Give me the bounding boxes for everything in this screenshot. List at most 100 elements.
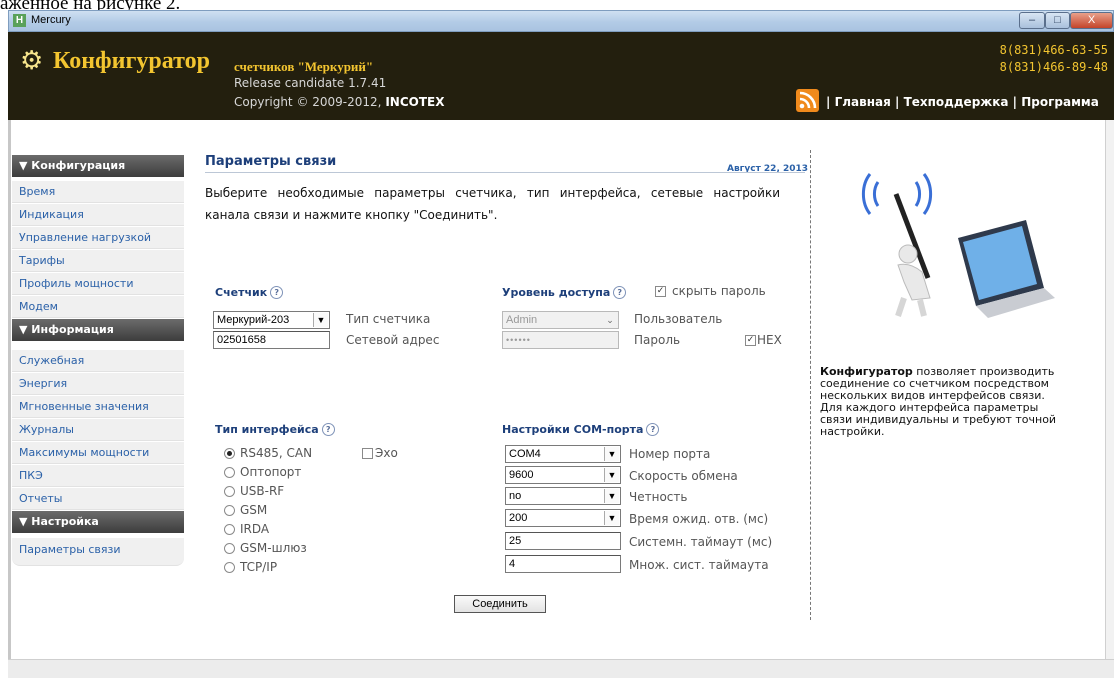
radio-gsm[interactable] xyxy=(224,505,235,516)
com-port-label: Номер порта xyxy=(629,447,711,461)
parity-label: Четность xyxy=(629,490,688,504)
top-nav: | Главная | Техподдержка | Программа xyxy=(826,95,1099,109)
network-address-label: Сетевой адрес xyxy=(346,333,440,347)
copyright-company: INCOTEX xyxy=(385,95,445,109)
radio-label: Оптопорт xyxy=(240,465,302,479)
sidebar-item-pke[interactable]: ПКЭ xyxy=(12,465,184,487)
radio-label: TCP/IP xyxy=(240,560,278,574)
copyright: Copyright © 2009-2012, INCOTEX xyxy=(234,95,444,109)
response-wait-label: Время ожид. отв. (мс) xyxy=(629,512,769,526)
radio-label: IRDA xyxy=(240,522,270,536)
window-left-border xyxy=(8,120,11,677)
access-user-select[interactable]: Admin ⌄ xyxy=(502,311,619,329)
password-input[interactable]: •••••• xyxy=(502,331,619,349)
phone-number: 8(831)466-89-48 xyxy=(999,60,1108,74)
connect-button[interactable]: Соединить xyxy=(454,595,546,613)
password-label: Пароль xyxy=(634,333,681,347)
maximize-button[interactable]: □ xyxy=(1045,12,1070,29)
radio-label: GSM xyxy=(240,503,268,517)
echo-label: Эхо xyxy=(375,446,398,460)
radio-label: RS485, CAN xyxy=(240,446,313,460)
nav-link-program[interactable]: Программа xyxy=(1021,95,1099,109)
app-subtitle: счетчиков "Меркурий" xyxy=(234,59,374,74)
interface-section-title: Тип интерфейса? xyxy=(215,423,335,436)
sidebar-item-power-profile[interactable]: Профиль мощности xyxy=(12,273,184,295)
sidebar-item-modem[interactable]: Модем xyxy=(12,296,184,318)
nav-link-support[interactable]: Техподдержка xyxy=(904,95,1009,109)
hex-label: HEX xyxy=(757,333,782,347)
radio-rs485[interactable] xyxy=(224,448,235,459)
meter-type-select[interactable]: Меркурий-203 ▼ xyxy=(213,311,330,329)
help-icon[interactable]: ? xyxy=(613,286,627,299)
description-text: Конфигуратор позволяет производить соеди… xyxy=(820,366,1065,438)
vertical-scrollbar[interactable] xyxy=(1105,120,1114,660)
nav-link-home[interactable]: Главная xyxy=(835,95,891,109)
radio-usb-rf[interactable] xyxy=(224,486,235,497)
sidebar-item-logs[interactable]: Журналы xyxy=(12,419,184,441)
parity-select[interactable]: no ▼ xyxy=(505,487,621,505)
help-icon[interactable]: ? xyxy=(321,423,335,436)
chevron-down-icon: ▼ xyxy=(604,447,619,461)
radio-gsm-gateway[interactable] xyxy=(224,543,235,554)
system-timeout-label: Системн. таймаут (мс) xyxy=(629,535,773,549)
hide-password-checkbox[interactable]: ✓ xyxy=(655,286,666,297)
system-timeout-input[interactable]: 25 xyxy=(505,532,621,550)
gears-icon: ⚙ xyxy=(20,46,44,76)
timeout-multiplier-label: Множ. сист. таймаута xyxy=(629,558,769,572)
access-section-title: Уровень доступа? xyxy=(502,286,627,299)
sidebar-item-instant-values[interactable]: Мгновенные значения xyxy=(12,396,184,418)
minimize-button[interactable]: – xyxy=(1019,12,1045,29)
chevron-down-icon: ▼ xyxy=(604,511,619,525)
com-section-title: Настройки COM-порта? xyxy=(502,423,660,436)
sidebar-item-connection-params[interactable]: Параметры связи xyxy=(12,538,184,566)
meter-type-label: Тип счетчика xyxy=(346,312,431,326)
network-address-input[interactable]: 02501658 xyxy=(213,331,330,349)
title-divider xyxy=(205,172,805,173)
sidebar-item-tariffs[interactable]: Тарифы xyxy=(12,250,184,272)
app-icon: H xyxy=(13,14,26,27)
help-icon[interactable]: ? xyxy=(646,423,660,436)
radio-label: USB-RF xyxy=(240,484,285,498)
sidebar-item-time[interactable]: Время xyxy=(12,181,184,203)
sidebar-item-energy[interactable]: Энергия xyxy=(12,373,184,395)
wireless-connection-illustration xyxy=(850,170,1059,320)
response-wait-select[interactable]: 200 ▼ xyxy=(505,509,621,527)
sidebar-item-load-control[interactable]: Управление нагрузкой xyxy=(12,227,184,249)
chevron-down-icon: ▼ xyxy=(604,468,619,482)
chevron-down-icon: ▼ xyxy=(604,489,619,503)
window-titlebar[interactable]: H Mercury – □ X xyxy=(8,10,1114,32)
sidebar-item-reports[interactable]: Отчеты xyxy=(12,488,184,510)
phone-number: 8(831)466-63-55 xyxy=(999,43,1108,57)
chevron-down-icon: ▼ xyxy=(313,313,328,327)
close-button[interactable]: X xyxy=(1070,12,1113,29)
sidebar-item-indication[interactable]: Индикация xyxy=(12,204,184,226)
release-version: Release candidate 1.7.41 xyxy=(234,76,387,90)
app-title: Конфигуратор xyxy=(53,48,210,74)
sidebar-section-configuration[interactable]: ▼ Конфигурация xyxy=(12,155,184,177)
echo-checkbox[interactable] xyxy=(362,448,373,459)
radio-label: GSM-шлюз xyxy=(240,541,307,555)
radio-irda[interactable] xyxy=(224,524,235,535)
app-header: ⚙ Конфигуратор счетчиков "Меркурий" Rele… xyxy=(8,32,1114,120)
hex-checkbox[interactable]: ✓ xyxy=(745,335,756,346)
help-icon[interactable]: ? xyxy=(270,286,284,299)
com-port-select[interactable]: COM4 ▼ xyxy=(505,445,621,463)
rss-icon[interactable] xyxy=(796,89,819,112)
sidebar-section-information[interactable]: ▼ Информация xyxy=(12,319,184,341)
column-divider xyxy=(810,150,811,620)
page-title: Параметры связи xyxy=(205,154,337,169)
sidebar-item-power-maximums[interactable]: Максимумы мощности xyxy=(12,442,184,464)
timeout-multiplier-input[interactable]: 4 xyxy=(505,555,621,573)
sidebar-section-settings[interactable]: ▼ Настройка xyxy=(12,511,184,533)
baud-rate-select[interactable]: 9600 ▼ xyxy=(505,466,621,484)
window-title: Mercury xyxy=(31,14,71,26)
intro-text: Выберите необходимые параметры счетчика,… xyxy=(205,186,780,222)
sidebar-item-service[interactable]: Служебная xyxy=(12,350,184,372)
radio-tcp-ip[interactable] xyxy=(224,562,235,573)
copyright-text: Copyright © 2009-2012, xyxy=(234,95,382,109)
chevron-down-icon: ⌄ xyxy=(602,313,617,327)
hide-password-label: скрыть пароль xyxy=(672,284,766,298)
status-bar xyxy=(8,659,1114,678)
access-user-label: Пользователь xyxy=(634,312,723,326)
radio-optoport[interactable] xyxy=(224,467,235,478)
